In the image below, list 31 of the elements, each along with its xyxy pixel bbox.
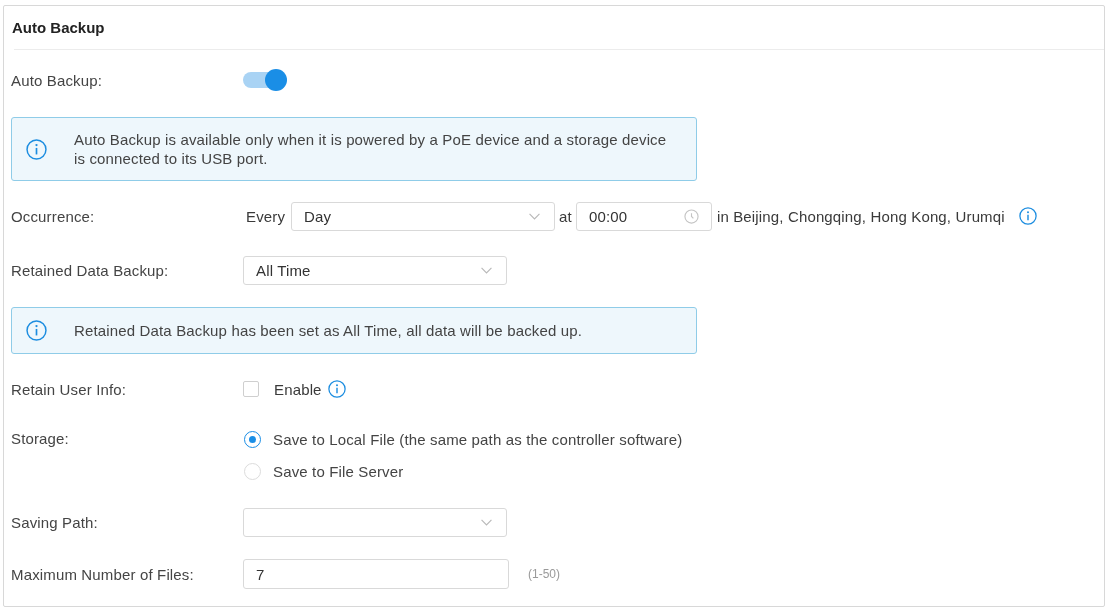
- field-label: Retain User Info:: [11, 380, 128, 398]
- time-field[interactable]: 00:00: [575, 201, 712, 231]
- checkbox[interactable]: [243, 381, 259, 397]
- checkbox-label: Enable: [274, 380, 322, 398]
- number-field[interactable]: 7: [243, 559, 509, 589]
- timezone-text: in Beijing, Chongqing, Hong Kong, Urumqi: [716, 207, 1005, 225]
- chevron-down-icon: [481, 518, 492, 526]
- connector-text: at: [559, 207, 572, 225]
- panel-title: Auto Backup: [12, 19, 105, 36]
- info-icon: [26, 320, 47, 341]
- info-icon: [26, 138, 47, 160]
- field-label: Auto Backup:: [11, 71, 104, 89]
- radio-label: Save to File Server: [273, 462, 404, 480]
- notice-text: Auto Backup is available only when it is powered by a PoE device and a storage device is connected to its USB port.: [74, 130, 668, 168]
- clock-icon: [683, 208, 699, 224]
- field-label: Storage:: [11, 429, 70, 449]
- info-icon[interactable]: [1018, 207, 1037, 225]
- prefix-text: Every: [246, 207, 286, 225]
- chevron-down-icon: [529, 212, 541, 220]
- info-icon[interactable]: [327, 380, 346, 398]
- dropdown[interactable]: All Time: [243, 255, 507, 285]
- field-label: Retained Data Backup:: [11, 261, 170, 279]
- toggle-switch[interactable]: [243, 69, 287, 91]
- frequency-dropdown[interactable]: Day: [291, 201, 556, 231]
- field-label: Occurrence:: [11, 207, 96, 225]
- notice-text: Retained Data Backup has been set as All Time, all data will be backed up.: [74, 321, 583, 340]
- chevron-down-icon: [481, 266, 492, 274]
- field-label: Saving Path:: [11, 513, 99, 531]
- range-hint: (1-50): [528, 567, 560, 581]
- field-label: Maximum Number of Files:: [11, 565, 195, 583]
- radio-label: Save to Local File (the same path as the controller software): [273, 430, 683, 448]
